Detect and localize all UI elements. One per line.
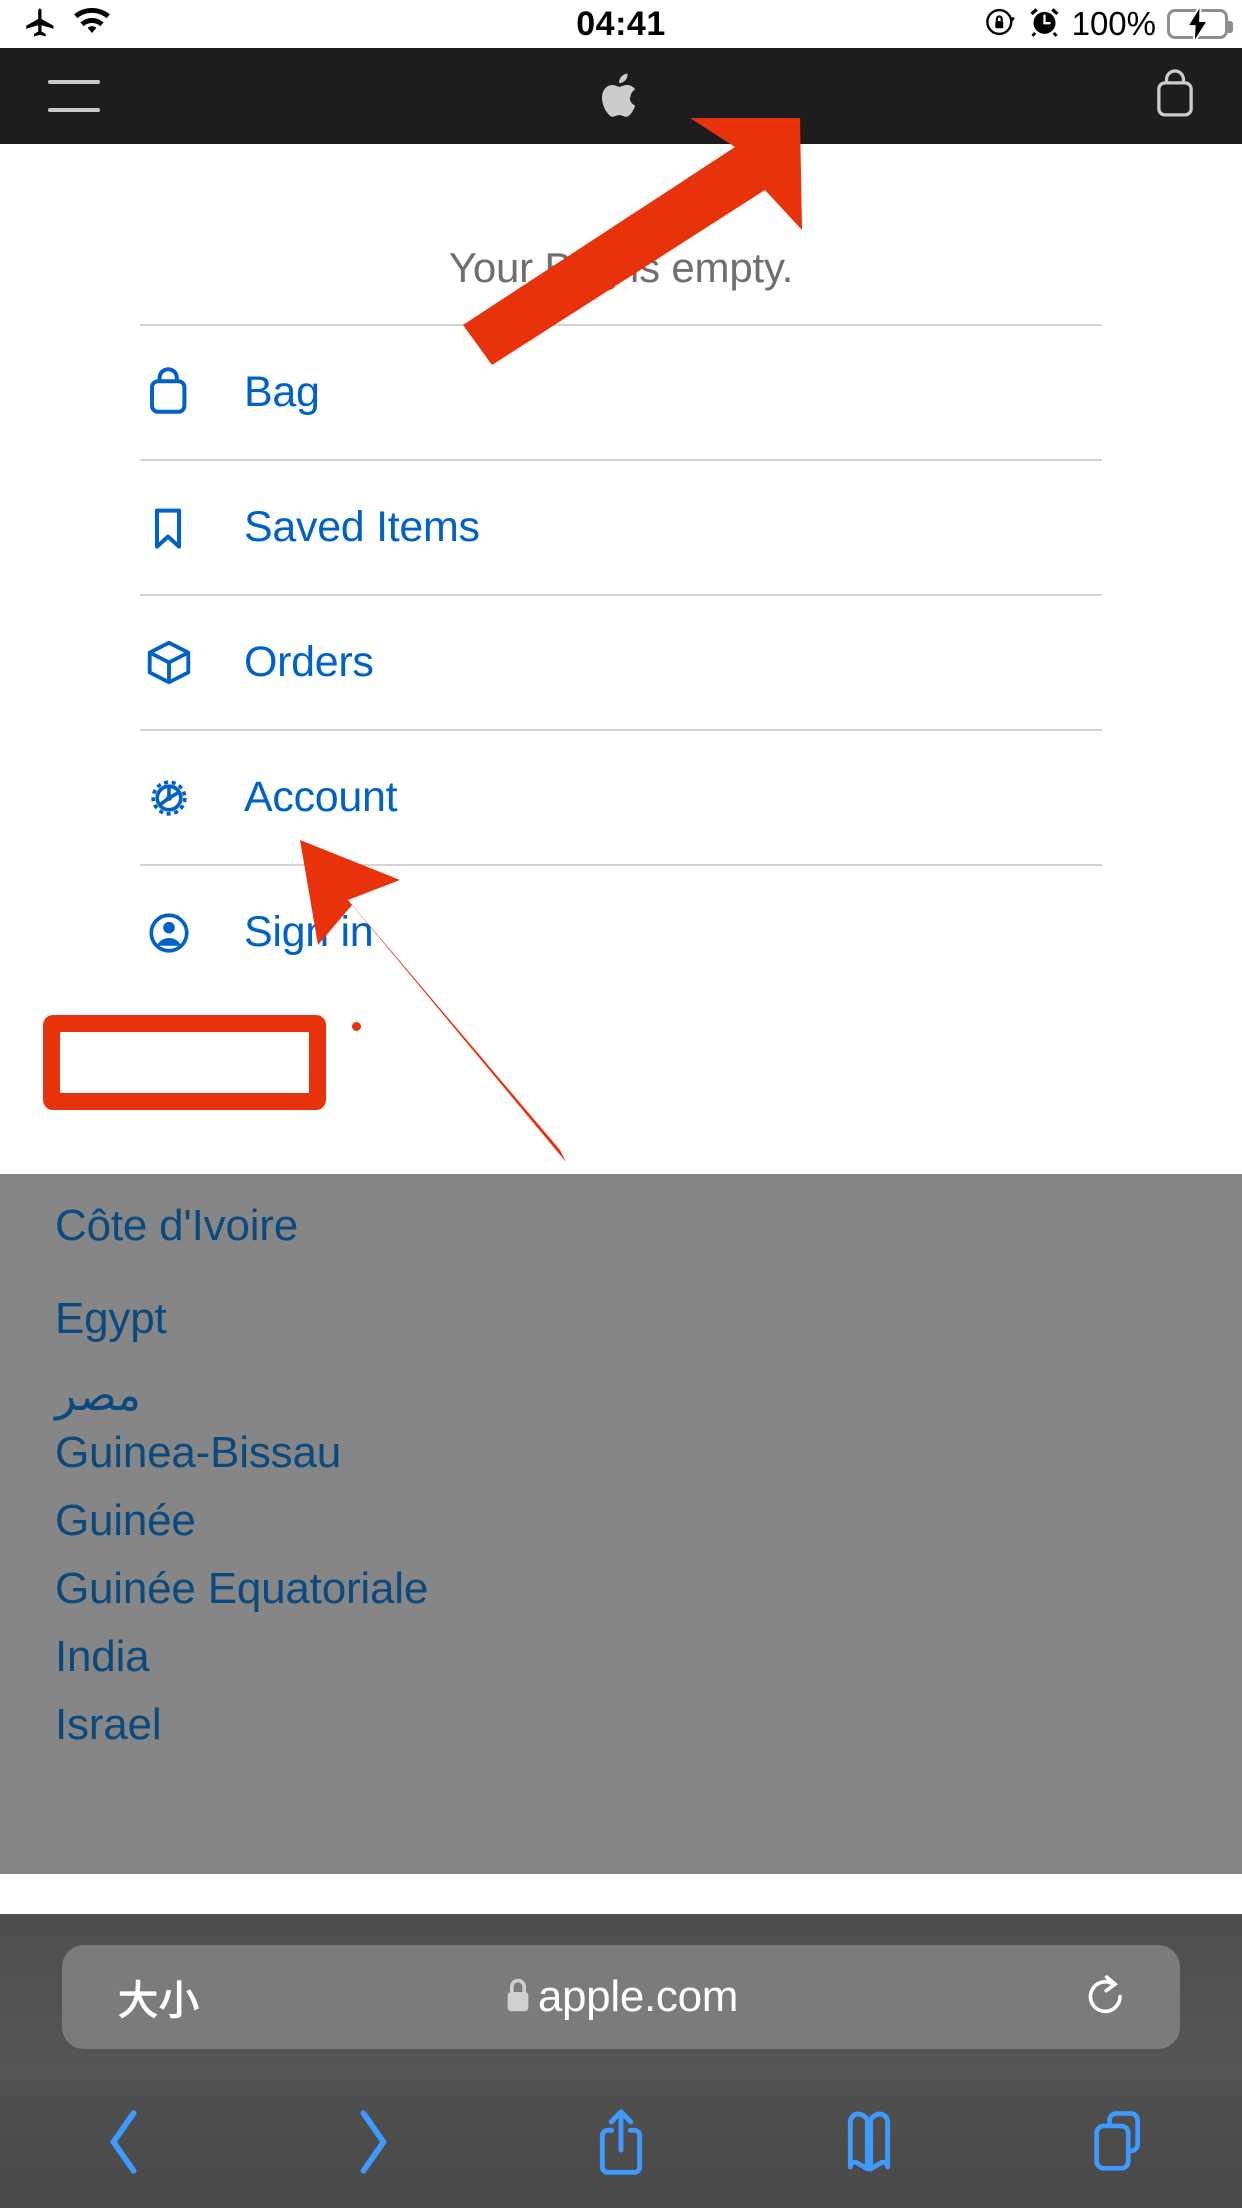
annotation-arrow-to-bag-icon — [463, 118, 802, 365]
annotation-arrow-to-sign-in — [300, 840, 566, 1162]
sign-in-highlight-box — [43, 1015, 326, 1110]
annotation-dot — [352, 1022, 361, 1031]
iphone-screen: 04:41 100% Your is empty. Bag Saved Item… — [0, 0, 1242, 2208]
